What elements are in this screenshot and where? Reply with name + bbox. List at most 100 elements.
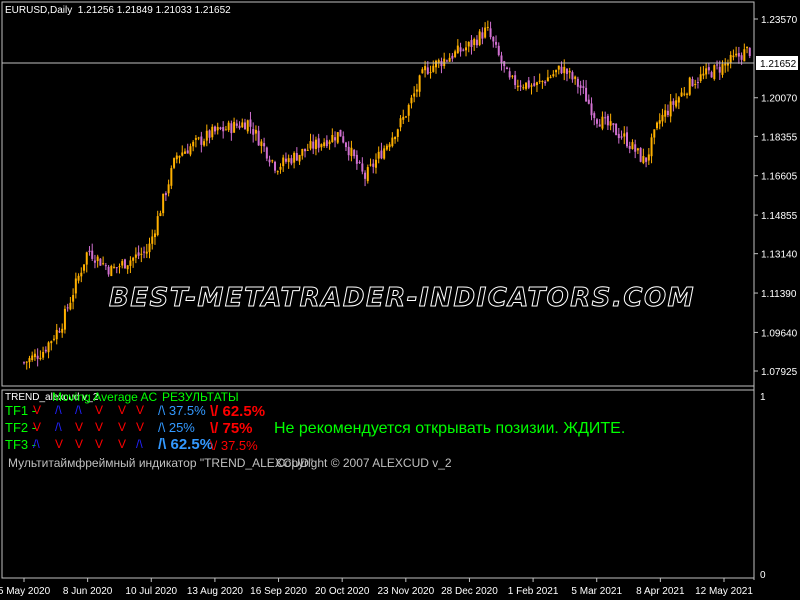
trend-down-symbol: V [136, 420, 145, 434]
candle-body [276, 171, 279, 173]
candle-body [23, 362, 25, 364]
candle-body [183, 151, 186, 154]
candle-body [486, 26, 489, 28]
candle-body [115, 267, 118, 269]
candle-body [388, 144, 391, 148]
candle-body [323, 142, 326, 146]
candle-body [181, 152, 184, 156]
candle-body [208, 130, 211, 138]
candle-body [153, 233, 156, 238]
candle-body [203, 141, 206, 146]
candle-body [265, 147, 268, 159]
candle-body [585, 87, 588, 102]
candle-body [287, 158, 290, 163]
candle-body [639, 147, 642, 162]
candle-body [25, 361, 28, 363]
candle-body [418, 75, 421, 92]
candle-body [96, 256, 99, 262]
candle-body [104, 265, 107, 267]
candle-body [364, 172, 367, 179]
candle-body [192, 141, 195, 147]
candle-body [312, 141, 315, 149]
trend-down-symbol: V [33, 403, 42, 417]
time-tick-label: 8 Jun 2020 [63, 586, 113, 597]
candle-body [156, 216, 159, 235]
time-tick-label: 5 May 2020 [0, 586, 51, 597]
candle-body [672, 101, 675, 105]
candle-body [590, 103, 593, 116]
down-percentage: \/ 37.5% [210, 438, 258, 453]
candle-body [350, 147, 353, 157]
up-percentage: /\ 62.5% [158, 436, 214, 453]
trend-down-symbol: V [75, 420, 84, 434]
candle-body [645, 157, 648, 162]
indicator-message: Не рекомендуется открывать позизии. ЖДИТ… [274, 420, 626, 437]
candle-body [252, 129, 255, 135]
trend-down-symbol: V [95, 403, 104, 417]
indicator-results-label: РЕЗУЛЬТАТЫ [162, 390, 239, 404]
time-tick-label: 10 Jul 2020 [125, 586, 177, 597]
candle-body [69, 302, 72, 310]
candle-body [718, 66, 721, 73]
candle-body [560, 66, 563, 74]
candle-body [424, 66, 427, 71]
candle-body [511, 75, 514, 77]
candle-body [748, 47, 751, 56]
candle-body [705, 68, 708, 75]
candle-body [691, 79, 694, 87]
candle-body [295, 153, 298, 161]
chart-canvas[interactable]: 1.23570 1.20070 1.18355 1.16605 1.14855 1.131… [0, 0, 800, 600]
candle-body [407, 104, 410, 116]
candle-body [688, 77, 691, 95]
up-percentage: /\ 25% [158, 420, 195, 435]
candle-body [612, 123, 615, 126]
candle-body [211, 126, 214, 138]
candle-body [148, 243, 151, 253]
candle-body [587, 99, 590, 104]
candle-body [314, 139, 317, 150]
candle-body [683, 93, 686, 95]
candle-body [647, 154, 650, 161]
candle-body [565, 68, 568, 74]
candle-body [132, 257, 135, 261]
candle-body [735, 53, 738, 56]
candle-body [413, 93, 416, 97]
price-tick-label: 1.18355 [761, 132, 798, 143]
candle-body [66, 307, 69, 309]
candle-body [716, 64, 719, 66]
candle-body [454, 51, 457, 57]
ohlc-values: 1.21256 1.21849 1.21033 1.21652 [77, 5, 231, 16]
candle-body [656, 122, 659, 129]
candle-body [609, 121, 612, 126]
candle-body [579, 85, 582, 88]
candle-body [557, 65, 560, 70]
current-price-value: 1.21652 [760, 59, 797, 70]
candle-body [361, 163, 364, 172]
trend-down-symbol: V [55, 437, 64, 451]
candle-body [290, 158, 293, 164]
candle-body [88, 250, 91, 253]
candle-body [216, 126, 219, 131]
candle-body [331, 135, 334, 143]
candle-body [571, 72, 574, 80]
candle-body [481, 32, 484, 39]
candle-body [44, 349, 47, 352]
candle-body [257, 130, 260, 146]
candle-body [544, 81, 547, 84]
candle-body [200, 136, 203, 145]
candle-body [628, 145, 631, 149]
candle-body [380, 150, 383, 159]
indicator-scale-max: 1 [760, 392, 766, 403]
candle-body [33, 353, 36, 358]
candle-body [535, 82, 538, 86]
symbol-header: EURUSD,Daily 1.21256 1.21849 1.21033 1.2… [5, 5, 231, 16]
candle-body [576, 78, 579, 87]
candle-body [448, 57, 451, 62]
candle-body [737, 53, 740, 57]
candle-body [244, 122, 247, 130]
candle-body [129, 260, 132, 266]
candle-body [55, 329, 58, 340]
price-tick-label: 1.23570 [761, 15, 798, 26]
candle-body [497, 45, 500, 56]
trend-down-symbol: V [75, 437, 84, 451]
